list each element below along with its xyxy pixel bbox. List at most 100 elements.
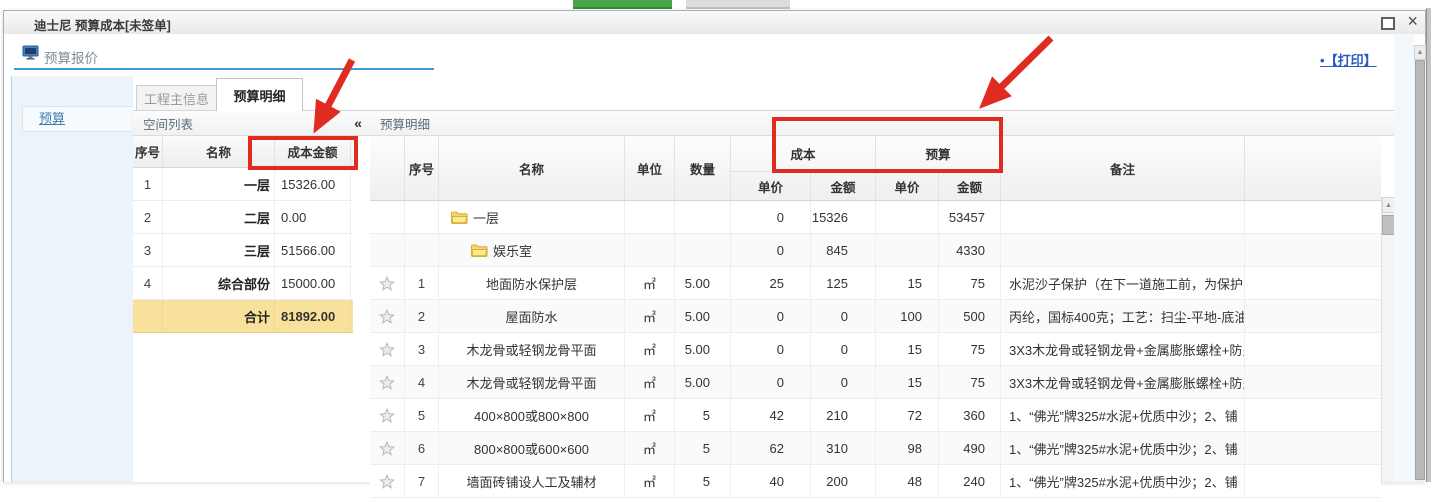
space-table-total-row: 合计81892.00: [133, 300, 353, 333]
detail-col-star[interactable]: [370, 136, 405, 200]
detail-row-remark: 1、“佛光”牌325#水泥+优质中沙；2、铺: [1001, 399, 1245, 431]
detail-table-row[interactable]: 一层01532653457: [370, 201, 1381, 234]
detail-row-blank: [1245, 333, 1381, 365]
detail-col-name[interactable]: 名称: [439, 136, 625, 200]
detail-row-remark: 丙纶，国标400克；工艺：扫尘-平地-底油-: [1001, 300, 1245, 332]
space-row-name: 二层: [163, 201, 275, 233]
detail-col-cost-amount[interactable]: 金额: [811, 172, 876, 200]
space-col-cost-amount[interactable]: 成本金额: [275, 136, 351, 167]
detail-row-cost-amount: 310: [811, 432, 876, 464]
detail-table-row[interactable]: 6800×800或600×600㎡562310984901、“佛光”牌325#水…: [370, 432, 1381, 465]
dialog-scrollbar-thumb[interactable]: [1415, 60, 1425, 480]
tab-project-info[interactable]: 工程主信息: [136, 85, 217, 110]
detail-row-cost-unit-price: 0: [731, 201, 811, 233]
detail-row-qty: 5: [675, 465, 731, 497]
detail-row-no: 4: [405, 366, 439, 398]
space-total-empty: [133, 300, 163, 332]
space-table-row[interactable]: 3三层51566.00: [133, 234, 353, 267]
detail-table-row[interactable]: 4木龙骨或轻钢龙骨平面㎡5.000015753X3木龙骨或轻钢龙骨+金属膨胀螺栓…: [370, 366, 1381, 399]
folder-icon[interactable]: [471, 244, 488, 257]
space-col-name[interactable]: 名称: [163, 136, 275, 167]
background-tab-gray: [686, 0, 790, 9]
section-underline: [14, 68, 434, 70]
sidebar-item-budget[interactable]: 预算: [22, 106, 132, 132]
detail-row-unit: ㎡: [625, 366, 675, 398]
detail-col-budget-amount[interactable]: 金额: [939, 172, 1001, 200]
detail-row-remark: 3X3木龙骨或轻钢龙骨+金属膨胀螺栓+防火: [1001, 366, 1245, 398]
detail-table-row[interactable]: 5400×800或800×800㎡542210723601、“佛光”牌325#水…: [370, 399, 1381, 432]
star-icon[interactable]: [370, 300, 405, 332]
detail-table-row[interactable]: 2屋面防水㎡5.0000100500丙纶，国标400克；工艺：扫尘-平地-底油-: [370, 300, 1381, 333]
detail-row-cost-amount: 15326: [811, 201, 876, 233]
scroll-up-icon[interactable]: ▲: [1414, 45, 1426, 60]
detail-row-name: 娱乐室: [439, 234, 625, 266]
detail-row-blank: [1245, 399, 1381, 431]
detail-row-qty: [675, 234, 731, 266]
space-row-no: 4: [133, 267, 163, 299]
detail-row-name: 木龙骨或轻钢龙骨平面: [439, 333, 625, 365]
detail-row-budget-amount: 490: [939, 432, 1001, 464]
star-icon[interactable]: [370, 366, 405, 398]
detail-table-row[interactable]: 娱乐室08454330: [370, 234, 1381, 267]
detail-row-remark: 1、“佛光”牌325#水泥+优质中沙；2、铺: [1001, 465, 1245, 497]
space-row-no: 2: [133, 201, 163, 233]
detail-col-qty[interactable]: 数量: [675, 136, 731, 200]
detail-row-cost-amount: 200: [811, 465, 876, 497]
space-col-no[interactable]: 序号: [133, 136, 163, 167]
detail-col-budget-unit-price[interactable]: 单价: [876, 172, 939, 200]
detail-col-cost-unit-price[interactable]: 单价: [731, 172, 811, 200]
star-icon[interactable]: [370, 432, 405, 464]
detail-row-cost-unit-price: 0: [731, 366, 811, 398]
collapse-panel-button[interactable]: «: [354, 115, 362, 131]
detail-col-no[interactable]: 序号: [405, 136, 439, 200]
space-table: 序号 名称 成本金额 1一层15326.002二层0.003三层51566.00…: [133, 136, 353, 333]
detail-row-budget-unit-price: 15: [876, 366, 939, 398]
space-table-row[interactable]: 1一层15326.00: [133, 168, 353, 201]
detail-row-name: 屋面防水: [439, 300, 625, 332]
space-panel-title: 空间列表: [143, 114, 193, 133]
budget-dialog: 迪士尼 预算成本[未签单] × 预算报价 •【打印】 预算 工程主信息 预算明细…: [3, 10, 1426, 482]
detail-row-blank: [1245, 201, 1381, 233]
dialog-scrollbar[interactable]: ▲: [1414, 45, 1426, 482]
detail-row-remark: 3X3木龙骨或轻钢龙骨+金属膨胀螺栓+防火: [1001, 333, 1245, 365]
star-icon[interactable]: [370, 465, 405, 497]
space-row-amount: 15000.00: [275, 267, 351, 299]
detail-row-name-label: 地面防水保护层: [486, 274, 577, 293]
detail-table-row[interactable]: 3木龙骨或轻钢龙骨平面㎡5.000015753X3木龙骨或轻钢龙骨+金属膨胀螺栓…: [370, 333, 1381, 366]
space-table-row[interactable]: 2二层0.00: [133, 201, 353, 234]
space-row-amount: 0.00: [275, 201, 351, 233]
space-total-label: 合计: [163, 300, 275, 332]
detail-row-cost-unit-price: 42: [731, 399, 811, 431]
background-tab-green: [573, 0, 672, 9]
browser-scrollbar[interactable]: [1426, 8, 1431, 482]
star-icon[interactable]: [370, 267, 405, 299]
detail-row-qty: [675, 201, 731, 233]
tab-budget-detail[interactable]: 预算明细: [216, 78, 303, 111]
close-button[interactable]: ×: [1407, 10, 1418, 33]
space-row-name: 三层: [163, 234, 275, 266]
detail-row-name-label: 木龙骨或轻钢龙骨平面: [466, 373, 596, 392]
detail-row-cost-unit-price: 25: [731, 267, 811, 299]
detail-col-budget-group[interactable]: 预算: [876, 136, 1001, 172]
dialog-titlebar[interactable]: 迪士尼 预算成本[未签单] ×: [4, 11, 1425, 35]
star-icon[interactable]: [370, 333, 405, 365]
detail-table-row[interactable]: 1地面防水保护层㎡5.00251251575水泥沙子保护（在下一道施工前，为保护…: [370, 267, 1381, 300]
detail-col-remark[interactable]: 备注: [1001, 136, 1245, 200]
detail-col-cost-group[interactable]: 成本: [731, 136, 876, 172]
detail-row-cost-amount: 125: [811, 267, 876, 299]
detail-panel-title: 预算明细: [380, 114, 430, 133]
detail-row-qty: 5.00: [675, 300, 731, 332]
star-icon[interactable]: [370, 399, 405, 431]
detail-row-qty: 5.00: [675, 267, 731, 299]
detail-row-name-label: 一层: [473, 208, 499, 227]
detail-col-blank: [1245, 136, 1381, 200]
detail-table-scrollbar[interactable]: ▲: [1381, 197, 1395, 482]
folder-icon[interactable]: [451, 211, 468, 224]
content-gap: [1394, 34, 1414, 482]
detail-row-no: 1: [405, 267, 439, 299]
maximize-button[interactable]: [1381, 17, 1395, 30]
detail-row-cost-unit-price: 0: [731, 300, 811, 332]
detail-col-unit[interactable]: 单位: [625, 136, 675, 200]
space-table-row[interactable]: 4综合部份15000.00: [133, 267, 353, 300]
print-link[interactable]: •【打印】: [1320, 50, 1377, 69]
